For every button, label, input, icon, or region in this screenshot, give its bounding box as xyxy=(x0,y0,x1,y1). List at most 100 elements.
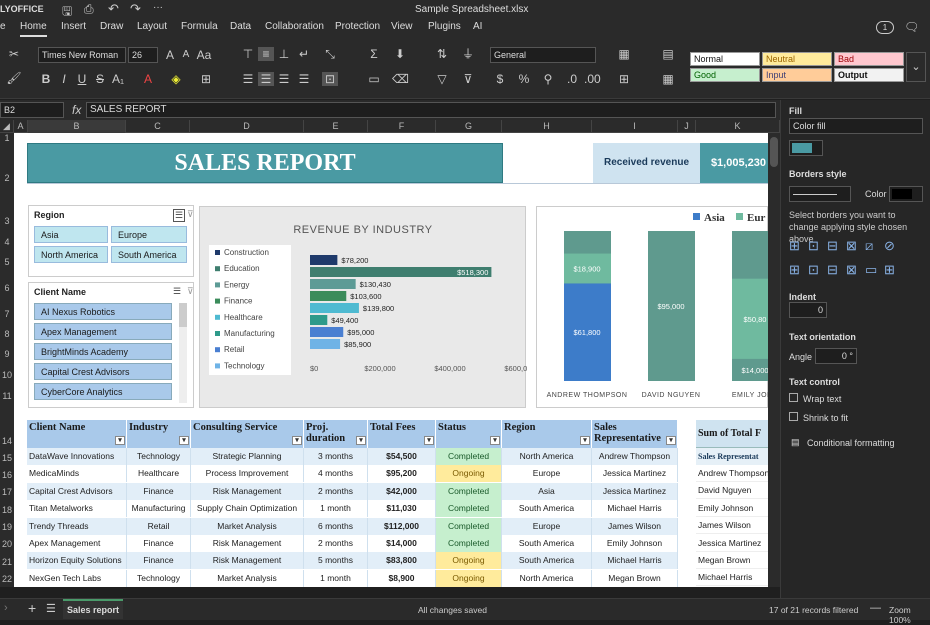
print-icon[interactable]: ⎙ xyxy=(84,2,94,17)
clear-filter-icon[interactable]: ⊽ xyxy=(460,72,476,86)
duration-cell[interactable]: 2 months xyxy=(304,535,368,552)
industry-cell[interactable]: Manufacturing xyxy=(127,500,191,518)
sheet-nav-icon[interactable]: › xyxy=(4,602,8,614)
pivot-item[interactable]: Andrew Thompson xyxy=(696,465,768,482)
service-cell[interactable]: Supply Chain Optimization xyxy=(191,500,304,518)
status-cell[interactable]: Completed xyxy=(436,500,502,518)
row-header[interactable]: 10 xyxy=(0,370,14,380)
filter-dropdown-icon[interactable]: ▾ xyxy=(115,436,125,445)
sales-report-title[interactable]: SALES REPORT xyxy=(27,143,503,183)
col-header-i[interactable]: I xyxy=(592,120,678,133)
industry-cell[interactable]: Finance xyxy=(127,535,191,552)
vertical-scrollbar[interactable] xyxy=(768,133,780,587)
duration-cell[interactable]: 1 month xyxy=(304,569,368,587)
menu-ai[interactable]: AI xyxy=(473,19,482,37)
sum-icon[interactable]: Σ xyxy=(366,47,382,61)
fees-cell[interactable]: $42,000 xyxy=(368,482,436,500)
region-cell[interactable]: South America xyxy=(502,552,592,570)
multi-select-icon[interactable]: ☰ xyxy=(173,209,186,222)
sort-icon[interactable]: ⇅ xyxy=(434,47,450,61)
filter-dropdown-icon[interactable]: ▾ xyxy=(580,436,590,445)
insert-table-icon[interactable]: ▦ xyxy=(660,72,676,86)
decimal-increase-icon[interactable]: .00 xyxy=(584,72,601,86)
filter-dropdown-icon[interactable]: ▾ xyxy=(356,436,366,445)
client-name-cell[interactable]: Capital Crest Advisors xyxy=(27,482,127,500)
service-cell[interactable]: Risk Management xyxy=(191,535,304,552)
styles-expand-icon[interactable]: ⌄ xyxy=(906,52,926,82)
row-header[interactable]: 4 xyxy=(0,237,14,247)
slicer-scrollbar[interactable] xyxy=(179,303,187,403)
left-border-icon[interactable]: ⊞ xyxy=(789,262,800,278)
row-header[interactable]: 19 xyxy=(0,522,14,532)
filter-dropdown-icon[interactable]: ▾ xyxy=(666,436,676,445)
decrease-font-icon[interactable]: A xyxy=(178,48,194,62)
client-name-cell[interactable]: DataWave Innovations xyxy=(27,448,127,465)
formula-input[interactable]: SALES REPORT xyxy=(86,102,776,118)
client-name-cell[interactable]: Apex Management xyxy=(27,535,127,552)
menu-formula[interactable]: Formula xyxy=(181,19,218,37)
wrap-text-icon[interactable]: ↵ xyxy=(296,47,312,61)
menu-insert[interactable]: Insert xyxy=(61,19,86,37)
client-item[interactable]: Apex Management xyxy=(34,323,172,340)
merge-icon[interactable]: ⊡ xyxy=(322,72,338,86)
service-cell[interactable]: Market Analysis xyxy=(191,569,304,587)
status-cell[interactable]: Ongoing xyxy=(436,552,502,570)
undo-icon[interactable]: ↶ xyxy=(108,1,119,17)
pivot-item[interactable]: Emily Johnson xyxy=(696,500,768,517)
row-header[interactable]: 18 xyxy=(0,505,14,515)
industry-cell[interactable]: Technology xyxy=(127,569,191,587)
fees-cell[interactable]: $14,000 xyxy=(368,535,436,552)
service-cell[interactable]: Strategic Planning xyxy=(191,448,304,465)
row-header[interactable]: 5 xyxy=(0,257,14,267)
align-center-icon[interactable]: ☰ xyxy=(258,72,274,86)
fees-cell[interactable]: $8,900 xyxy=(368,569,436,587)
col-header-g[interactable]: G xyxy=(436,120,502,133)
underline-icon[interactable]: U xyxy=(74,72,90,86)
service-cell[interactable]: Market Analysis xyxy=(191,517,304,535)
name-box[interactable]: B2 xyxy=(0,102,64,118)
fill-color-icon[interactable]: ◈ xyxy=(168,72,184,86)
bold-icon[interactable]: B xyxy=(38,72,54,86)
filter-dropdown-icon[interactable]: ▾ xyxy=(292,436,302,445)
clear-icon[interactable]: ⌫ xyxy=(392,72,409,86)
row-header[interactable]: 15 xyxy=(0,453,14,463)
pivot-item[interactable]: James Wilson xyxy=(696,517,768,535)
sales-rep-cell[interactable]: Michael Harris xyxy=(592,500,678,518)
row-header[interactable]: 21 xyxy=(0,557,14,567)
borders-icon[interactable]: ⊞ xyxy=(198,72,214,86)
subscript-icon[interactable]: A₁ xyxy=(110,72,126,86)
bottom-border-icon[interactable]: ⊞ xyxy=(884,262,895,278)
align-left-icon[interactable]: ☰ xyxy=(240,72,256,86)
row-header[interactable]: 20 xyxy=(0,539,14,549)
col-header-a[interactable]: A xyxy=(14,120,28,133)
currency-icon[interactable]: $ xyxy=(492,72,508,86)
menu-file[interactable]: e xyxy=(0,19,6,37)
pivot-item[interactable]: Megan Brown xyxy=(696,552,768,569)
cut-icon[interactable]: ✂ xyxy=(6,47,22,61)
duration-cell[interactable]: 6 months xyxy=(304,517,368,535)
service-cell[interactable]: Risk Management xyxy=(191,482,304,500)
region-item-north-america[interactable]: North America xyxy=(34,246,108,263)
row-header[interactable]: 9 xyxy=(0,349,14,359)
format-painter-icon[interactable]: 🖌 xyxy=(6,71,22,85)
sheet-list-icon[interactable]: ☰ xyxy=(46,602,56,615)
duration-cell[interactable]: 3 months xyxy=(304,448,368,465)
add-sheet-icon[interactable]: + xyxy=(28,600,36,616)
region-cell[interactable]: Asia xyxy=(502,482,592,500)
col-header-c[interactable]: C xyxy=(126,120,190,133)
decimal-decrease-icon[interactable]: .0 xyxy=(564,72,580,86)
font-color-icon[interactable]: A xyxy=(140,72,156,86)
menu-draw[interactable]: Draw xyxy=(100,19,123,37)
align-top-icon[interactable]: ⊤ xyxy=(240,47,256,61)
clear-filter-icon[interactable]: ⊽ xyxy=(187,209,194,220)
col-header-f[interactable]: F xyxy=(368,120,436,133)
inner-horizontal-icon[interactable]: ⊡ xyxy=(808,262,819,278)
outer-borders-icon[interactable]: ⊠ xyxy=(846,238,857,254)
fx-icon[interactable]: fx xyxy=(72,103,81,117)
named-range-icon[interactable]: ▭ xyxy=(366,72,382,86)
sales-rep-cell[interactable]: Jessica Martinez xyxy=(592,465,678,483)
top-border-icon[interactable]: ⊠ xyxy=(846,262,857,278)
align-bottom-icon[interactable]: ⊥ xyxy=(276,47,292,61)
diagonal-up-icon[interactable]: ⧄ xyxy=(865,238,873,254)
client-name-cell[interactable]: Trendy Threads xyxy=(27,517,127,535)
